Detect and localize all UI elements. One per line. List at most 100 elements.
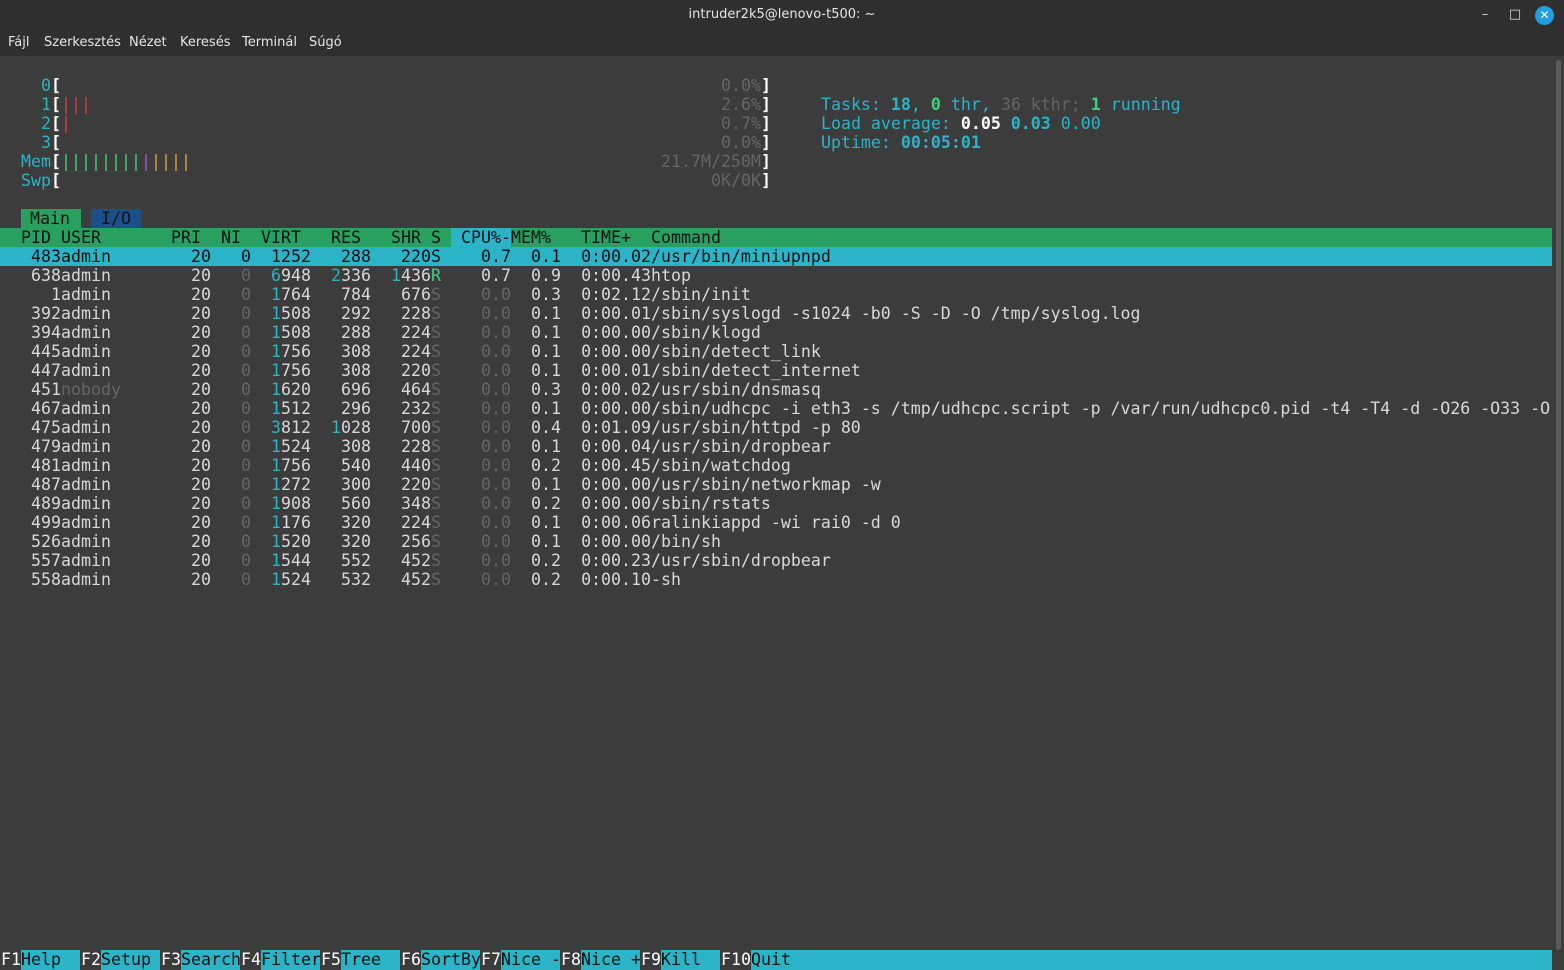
header-virt[interactable]: VIRT (261, 228, 301, 247)
res-cell: 308 (341, 361, 371, 380)
table-row[interactable]: 392 admin 20 0 1508 292 228 S 0.0 0.1 0:00.01/sbin… (0, 304, 1552, 323)
shr-cell: 228 (401, 437, 431, 456)
meter-bracket: [ (51, 95, 61, 114)
tab-io[interactable]: I/O (91, 209, 141, 228)
fkey-f9[interactable]: F9 (640, 950, 661, 970)
pid-cell: 451 (31, 380, 61, 399)
shr-cell: 220 (401, 247, 431, 266)
minimize-button[interactable]: – (1476, 6, 1494, 24)
table-row[interactable]: 394 admin 20 0 1508 288 224 S 0.0 0.1 0:00.00/sbin… (0, 323, 1552, 342)
fkey-f6[interactable]: F6 (400, 950, 421, 970)
menu-terminal[interactable]: Terminál (242, 35, 297, 50)
header-user[interactable]: USER (61, 228, 101, 247)
fkey-label-filter[interactable]: Filter (261, 950, 321, 970)
res-cell: 288 (341, 323, 371, 342)
virt-cell: 1544 (271, 551, 311, 570)
menu-file[interactable]: Fájl (8, 35, 29, 50)
virt-cell: 1252 (271, 247, 311, 266)
virt-cell: 1272 (271, 475, 311, 494)
meter-bracket: [ (51, 76, 61, 95)
state-cell: S (431, 247, 441, 266)
nice-cell: 0 (241, 551, 251, 570)
cpu-percent: 0.0% (721, 76, 761, 95)
fkey-label-tree[interactable]: Tree (341, 950, 381, 970)
fkey-f1[interactable]: F1 (0, 950, 21, 970)
table-row[interactable]: 1 admin 20 0 1764 784 676 S 0.0 0.3 0:02.12/sbin/i… (0, 285, 1552, 304)
table-row[interactable]: 481 admin 20 0 1756 540 440 S 0.0 0.2 0:00.45/sbin… (0, 456, 1552, 475)
mem-bar-segment: | (181, 152, 191, 171)
user-cell: admin (61, 513, 111, 532)
table-row[interactable]: 451 nobody 20 0 1620 696 464 S 0.0 0.3 0:00.02/usr… (0, 380, 1552, 399)
virt-cell: 1520 (271, 532, 311, 551)
menu-view[interactable]: Nézet (129, 35, 167, 50)
header-shr[interactable]: SHR (391, 228, 421, 247)
user-cell: admin (61, 551, 111, 570)
shr-cell: 220 (401, 361, 431, 380)
header-state[interactable]: S (431, 228, 441, 247)
mem-cell: 0.1 (531, 361, 561, 380)
cpu-cell: 0.0 (481, 418, 511, 437)
fkey-label-sortby[interactable]: SortBy (421, 950, 481, 970)
menu-help[interactable]: Súgó (309, 35, 342, 50)
table-row[interactable]: 483 admin 20 0 1252 288 220 S 0.7 0.1 0:00.02/usr/… (0, 247, 1552, 266)
menu-edit[interactable]: Szerkesztés (44, 35, 121, 50)
fkey-label-nice[interactable]: Nice - (501, 950, 561, 970)
mem-bar-segment: | (141, 152, 151, 171)
table-row[interactable]: 558 admin 20 0 1524 532 452 S 0.0 0.2 0:00.10 -sh (0, 570, 1552, 589)
fkey-f7[interactable]: F7 (480, 950, 501, 970)
fkey-label-kill[interactable]: Kill (661, 950, 701, 970)
priority-cell: 20 (191, 285, 211, 304)
res-cell: 308 (341, 342, 371, 361)
fkey-f8[interactable]: F8 (560, 950, 581, 970)
fkey-label-quit[interactable]: Quit (751, 950, 791, 970)
time-cell: 0:00.06 (581, 513, 651, 532)
table-row[interactable]: 489 admin 20 0 1908 560 348 S 0.0 0.2 0:00.00/sbin… (0, 494, 1552, 513)
fkey-label-setup[interactable]: Setup (101, 950, 151, 970)
fkey-label-search[interactable]: Search (181, 950, 241, 970)
table-row[interactable]: 447 admin 20 0 1756 308 220 S 0.0 0.1 0:00.01/sbin… (0, 361, 1552, 380)
pid-cell: 526 (31, 532, 61, 551)
table-row[interactable]: 526 admin 20 0 1520 320 256 S 0.0 0.1 0:00.00/bin/… (0, 532, 1552, 551)
cpu-meter-3: 3 [ 0.0% ] (0, 133, 1552, 152)
tab-main[interactable]: Main (21, 209, 81, 228)
header-cpu[interactable]: CPU% (461, 228, 501, 247)
fkey-f10[interactable]: F10 (720, 950, 751, 970)
header-pri[interactable]: PRI (171, 228, 201, 247)
user-cell: admin (61, 475, 111, 494)
table-row[interactable]: 487 admin 20 0 1272 300 220 S 0.0 0.1 0:00.00/usr/… (0, 475, 1552, 494)
fkey-f3[interactable]: F3 (160, 950, 181, 970)
header-command[interactable]: Command (651, 228, 721, 247)
command-cell: /usr/sbin/networkmap -w (651, 475, 881, 494)
fkey-f4[interactable]: F4 (240, 950, 261, 970)
scrollbar-thumb[interactable] (1556, 60, 1561, 950)
mem-cell: 0.1 (531, 532, 561, 551)
maximize-button[interactable]: □ (1506, 6, 1524, 24)
mem-bar-segment: | (61, 152, 71, 171)
table-row[interactable]: 557 admin 20 0 1544 552 452 S 0.0 0.2 0:00.23/usr/… (0, 551, 1552, 570)
fkey-label-help[interactable]: Help (21, 950, 61, 970)
header-res[interactable]: RES (331, 228, 361, 247)
table-row[interactable]: 638 admin 20 0 6948 2336 1436 R 0.7 0.9 0:00.43 hto… (0, 266, 1552, 285)
virt-cell: 1756 (271, 361, 311, 380)
mem-cell: 0.4 (531, 418, 561, 437)
table-row[interactable]: 475 admin 20 0 3812 1028 700 S 0.0 0.4 0:01.09/usr… (0, 418, 1552, 437)
header-pid[interactable]: PID (21, 228, 51, 247)
table-row[interactable]: 445 admin 20 0 1756 308 224 S 0.0 0.1 0:00.00/sbin… (0, 342, 1552, 361)
header-time[interactable]: TIME+ (581, 228, 631, 247)
terminal-area[interactable]: 0 [ 0.0% ] 1 [ ||| 2.6% ] 2 [ | 0.7% ] 3… (0, 56, 1552, 970)
fkey-f5[interactable]: F5 (320, 950, 341, 970)
table-row[interactable]: 499 admin 20 0 1176 320 224 S 0.0 0.1 0:00.06 ralin… (0, 513, 1552, 532)
fkey-f2[interactable]: F2 (80, 950, 101, 970)
shr-cell: 348 (401, 494, 431, 513)
close-button[interactable]: ✕ (1535, 6, 1554, 25)
scrollbar[interactable] (1553, 56, 1564, 970)
priority-cell: 20 (191, 418, 211, 437)
menu-search[interactable]: Keresés (180, 35, 230, 50)
state-cell: S (431, 285, 441, 304)
header-ni[interactable]: NI (221, 228, 241, 247)
fkey-label-nice[interactable]: Nice + (581, 950, 641, 970)
header-mem[interactable]: MEM% (511, 228, 551, 247)
shr-cell: 232 (401, 399, 431, 418)
table-row[interactable]: 479 admin 20 0 1524 308 228 S 0.0 0.1 0:00.04/usr/… (0, 437, 1552, 456)
table-row[interactable]: 467 admin 20 0 1512 296 232 S 0.0 0.1 0:00.00/sbin… (0, 399, 1552, 418)
